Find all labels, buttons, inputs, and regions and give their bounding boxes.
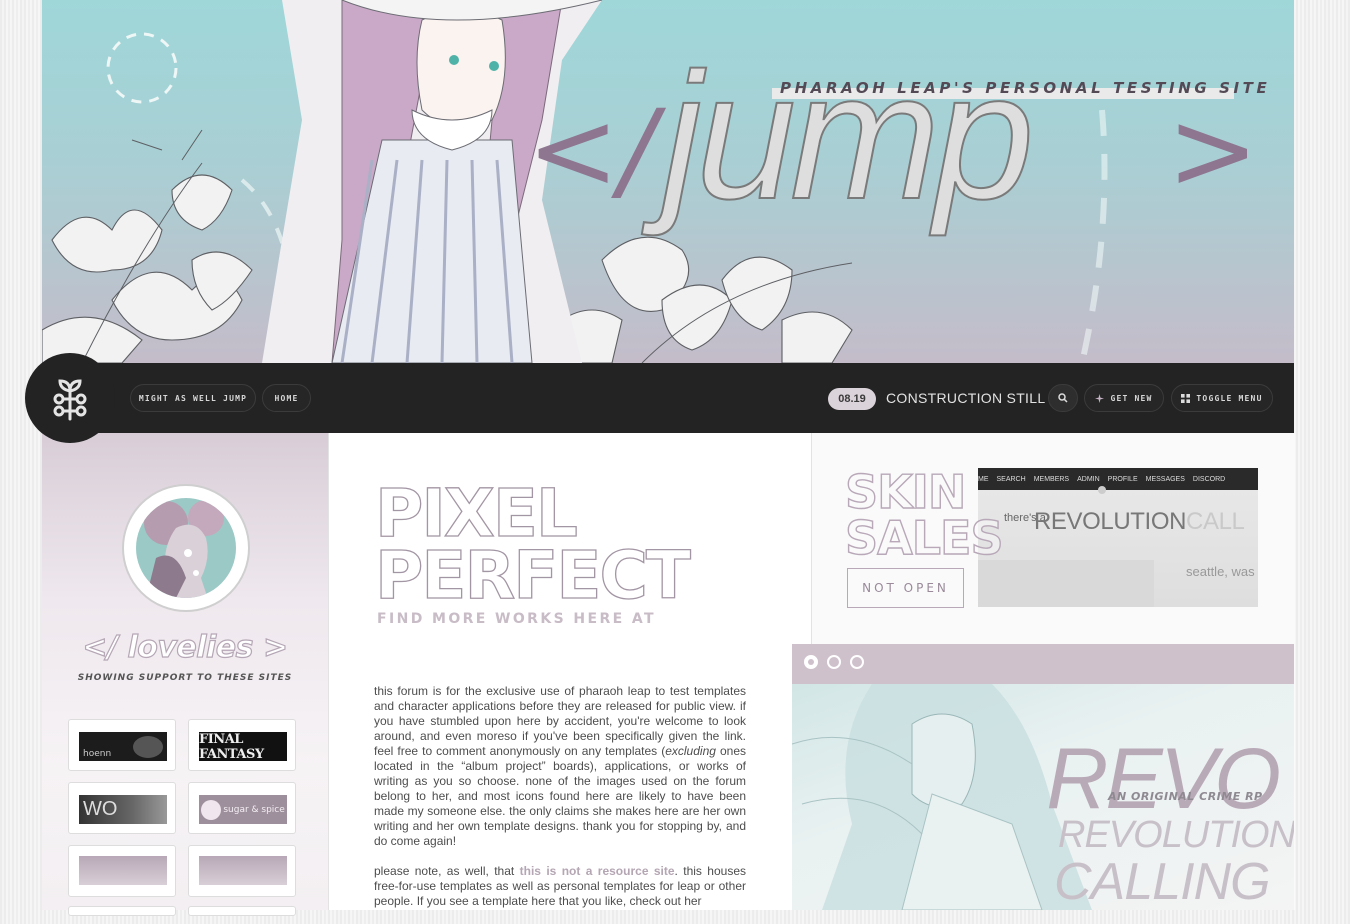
revo-line-2: CALLING: [1054, 853, 1271, 910]
lovelies-title: </ lovelies >: [82, 629, 289, 665]
preview-hero-word: REVOLUTION: [1034, 508, 1187, 535]
affiliate-banner-placeholder: [79, 856, 167, 885]
revo-line-1: REVOLUTION: [1058, 814, 1294, 856]
intro-text: this forum is for the exclusive use of p…: [374, 684, 746, 924]
nav-link-label: HOME: [274, 393, 299, 403]
affiliate-button[interactable]: WO: [68, 782, 176, 834]
slider-dot-center: [808, 659, 814, 665]
text-span: please note, as well, that: [374, 864, 520, 878]
intro-paragraph-1: this forum is for the exclusive use of p…: [374, 684, 746, 849]
logo-bracket-close: >: [1167, 86, 1247, 214]
revo-tagline: AN ORIGINAL CRIME RP: [1108, 790, 1263, 803]
grid-icon: [1181, 393, 1191, 403]
get-new-label: GET NEW: [1110, 393, 1153, 403]
plant-sprout-icon: [53, 379, 87, 421]
affiliate-button[interactable]: [188, 845, 296, 897]
sparkle-icon: [1095, 393, 1105, 403]
lovelies-heading: </ lovelies >: [42, 629, 328, 665]
affiliate-button[interactable]: [68, 845, 176, 897]
affiliate-label: hoenn: [83, 748, 112, 759]
preview-nav-item: ADMIN: [1077, 475, 1100, 483]
site-logo-jump: </ jump >: [527, 58, 1247, 238]
pixel-perfect-heading: PIXEL PERFECT: [375, 474, 694, 610]
not-resource-site-link[interactable]: this is not a resource site: [520, 864, 675, 878]
revo-promo[interactable]: REVO AN ORIGINAL CRIME RP REVOLUTION CAL…: [792, 684, 1294, 910]
affiliate-button[interactable]: sugar & spice: [188, 782, 296, 834]
header-banner: PHARAOH LEAP'S PERSONAL TESTING SITE </ …: [42, 0, 1294, 363]
home-brand-button[interactable]: [25, 353, 115, 443]
affiliate-button[interactable]: [68, 906, 176, 916]
affiliate-button[interactable]: [188, 906, 296, 916]
skin-sales-heading: SKIN SALES: [845, 466, 1004, 562]
skin-sales-line-2: SALES: [845, 511, 1003, 562]
cat-logo-icon: [201, 799, 222, 820]
find-more-link[interactable]: FIND MORE WORKS HERE AT: [377, 611, 656, 627]
slider-dot[interactable]: [850, 655, 864, 669]
intro-paragraph-2: please note, as well, that this is not a…: [374, 864, 746, 909]
logo-bracket-open: </: [527, 86, 666, 214]
affiliate-button[interactable]: FINAL FANTASY: [188, 719, 296, 771]
date-badge: 08.19: [828, 388, 876, 410]
skin-sales-status-button[interactable]: NOT OPEN: [847, 568, 964, 608]
affiliate-banner-sugar-spice: sugar & spice: [199, 795, 287, 824]
get-new-button[interactable]: GET NEW: [1084, 384, 1164, 412]
affiliate-label: sugar & spice: [223, 804, 285, 815]
preview-hero-title: REVOLUTIONCALL: [1034, 508, 1245, 536]
lovelies-subtitle: SHOWING SUPPORT TO THESE SITES: [77, 673, 293, 683]
search-icon: [1058, 393, 1068, 403]
nav-link-home[interactable]: HOME: [262, 384, 311, 412]
affiliate-banner-hoenn: hoenn: [79, 732, 167, 761]
avatar-image: [136, 498, 236, 598]
nav-link-might-as-well-jump[interactable]: MIGHT AS WELL JUMP: [130, 384, 256, 412]
slider-dot-active[interactable]: [804, 655, 818, 669]
affiliate-art: [133, 735, 164, 758]
slider-dot[interactable]: [827, 655, 841, 669]
nav-link-label: MIGHT AS WELL JUMP: [138, 393, 248, 403]
preview-nav-item: PROFILE: [1107, 475, 1138, 483]
news-ticker: CONSTRUCTION STILL UNDERWAY: [886, 390, 1048, 406]
preview-city: seattle, was: [1186, 564, 1255, 579]
affiliate-button[interactable]: hoenn: [68, 719, 176, 771]
affiliate-label: WO: [83, 798, 118, 820]
toggle-menu-button[interactable]: TOGGLE MENU: [1171, 384, 1273, 412]
affiliate-banner-wo: WO: [79, 795, 167, 824]
revo-logo: REVO: [1046, 731, 1281, 827]
text-span: ones located in the “album project” boar…: [374, 744, 746, 848]
preview-nav-item: DISCORD: [1192, 475, 1226, 483]
preview-slider-knob: [1098, 486, 1106, 494]
affiliate-banner-final-fantasy: FINAL FANTASY: [199, 732, 287, 761]
avatar: [136, 498, 236, 598]
heading-line-2: PERFECT: [375, 537, 691, 610]
emphasis: excluding: [665, 744, 716, 758]
toggle-menu-label: TOGGLE MENU: [1196, 393, 1263, 403]
preview-image-block: [978, 560, 1154, 607]
logo-word-jump: jump: [641, 58, 1029, 237]
affiliate-banner-placeholder: [199, 856, 287, 885]
preview-hero-word: CALL: [1186, 508, 1245, 535]
preview-nav-item: MEMBERS: [1033, 475, 1070, 483]
slider-bar: [792, 644, 1294, 684]
affiliate-label: FINAL FANTASY: [199, 732, 264, 761]
preview-nav-item: MESSAGES: [1145, 475, 1185, 483]
search-button[interactable]: [1048, 384, 1078, 412]
